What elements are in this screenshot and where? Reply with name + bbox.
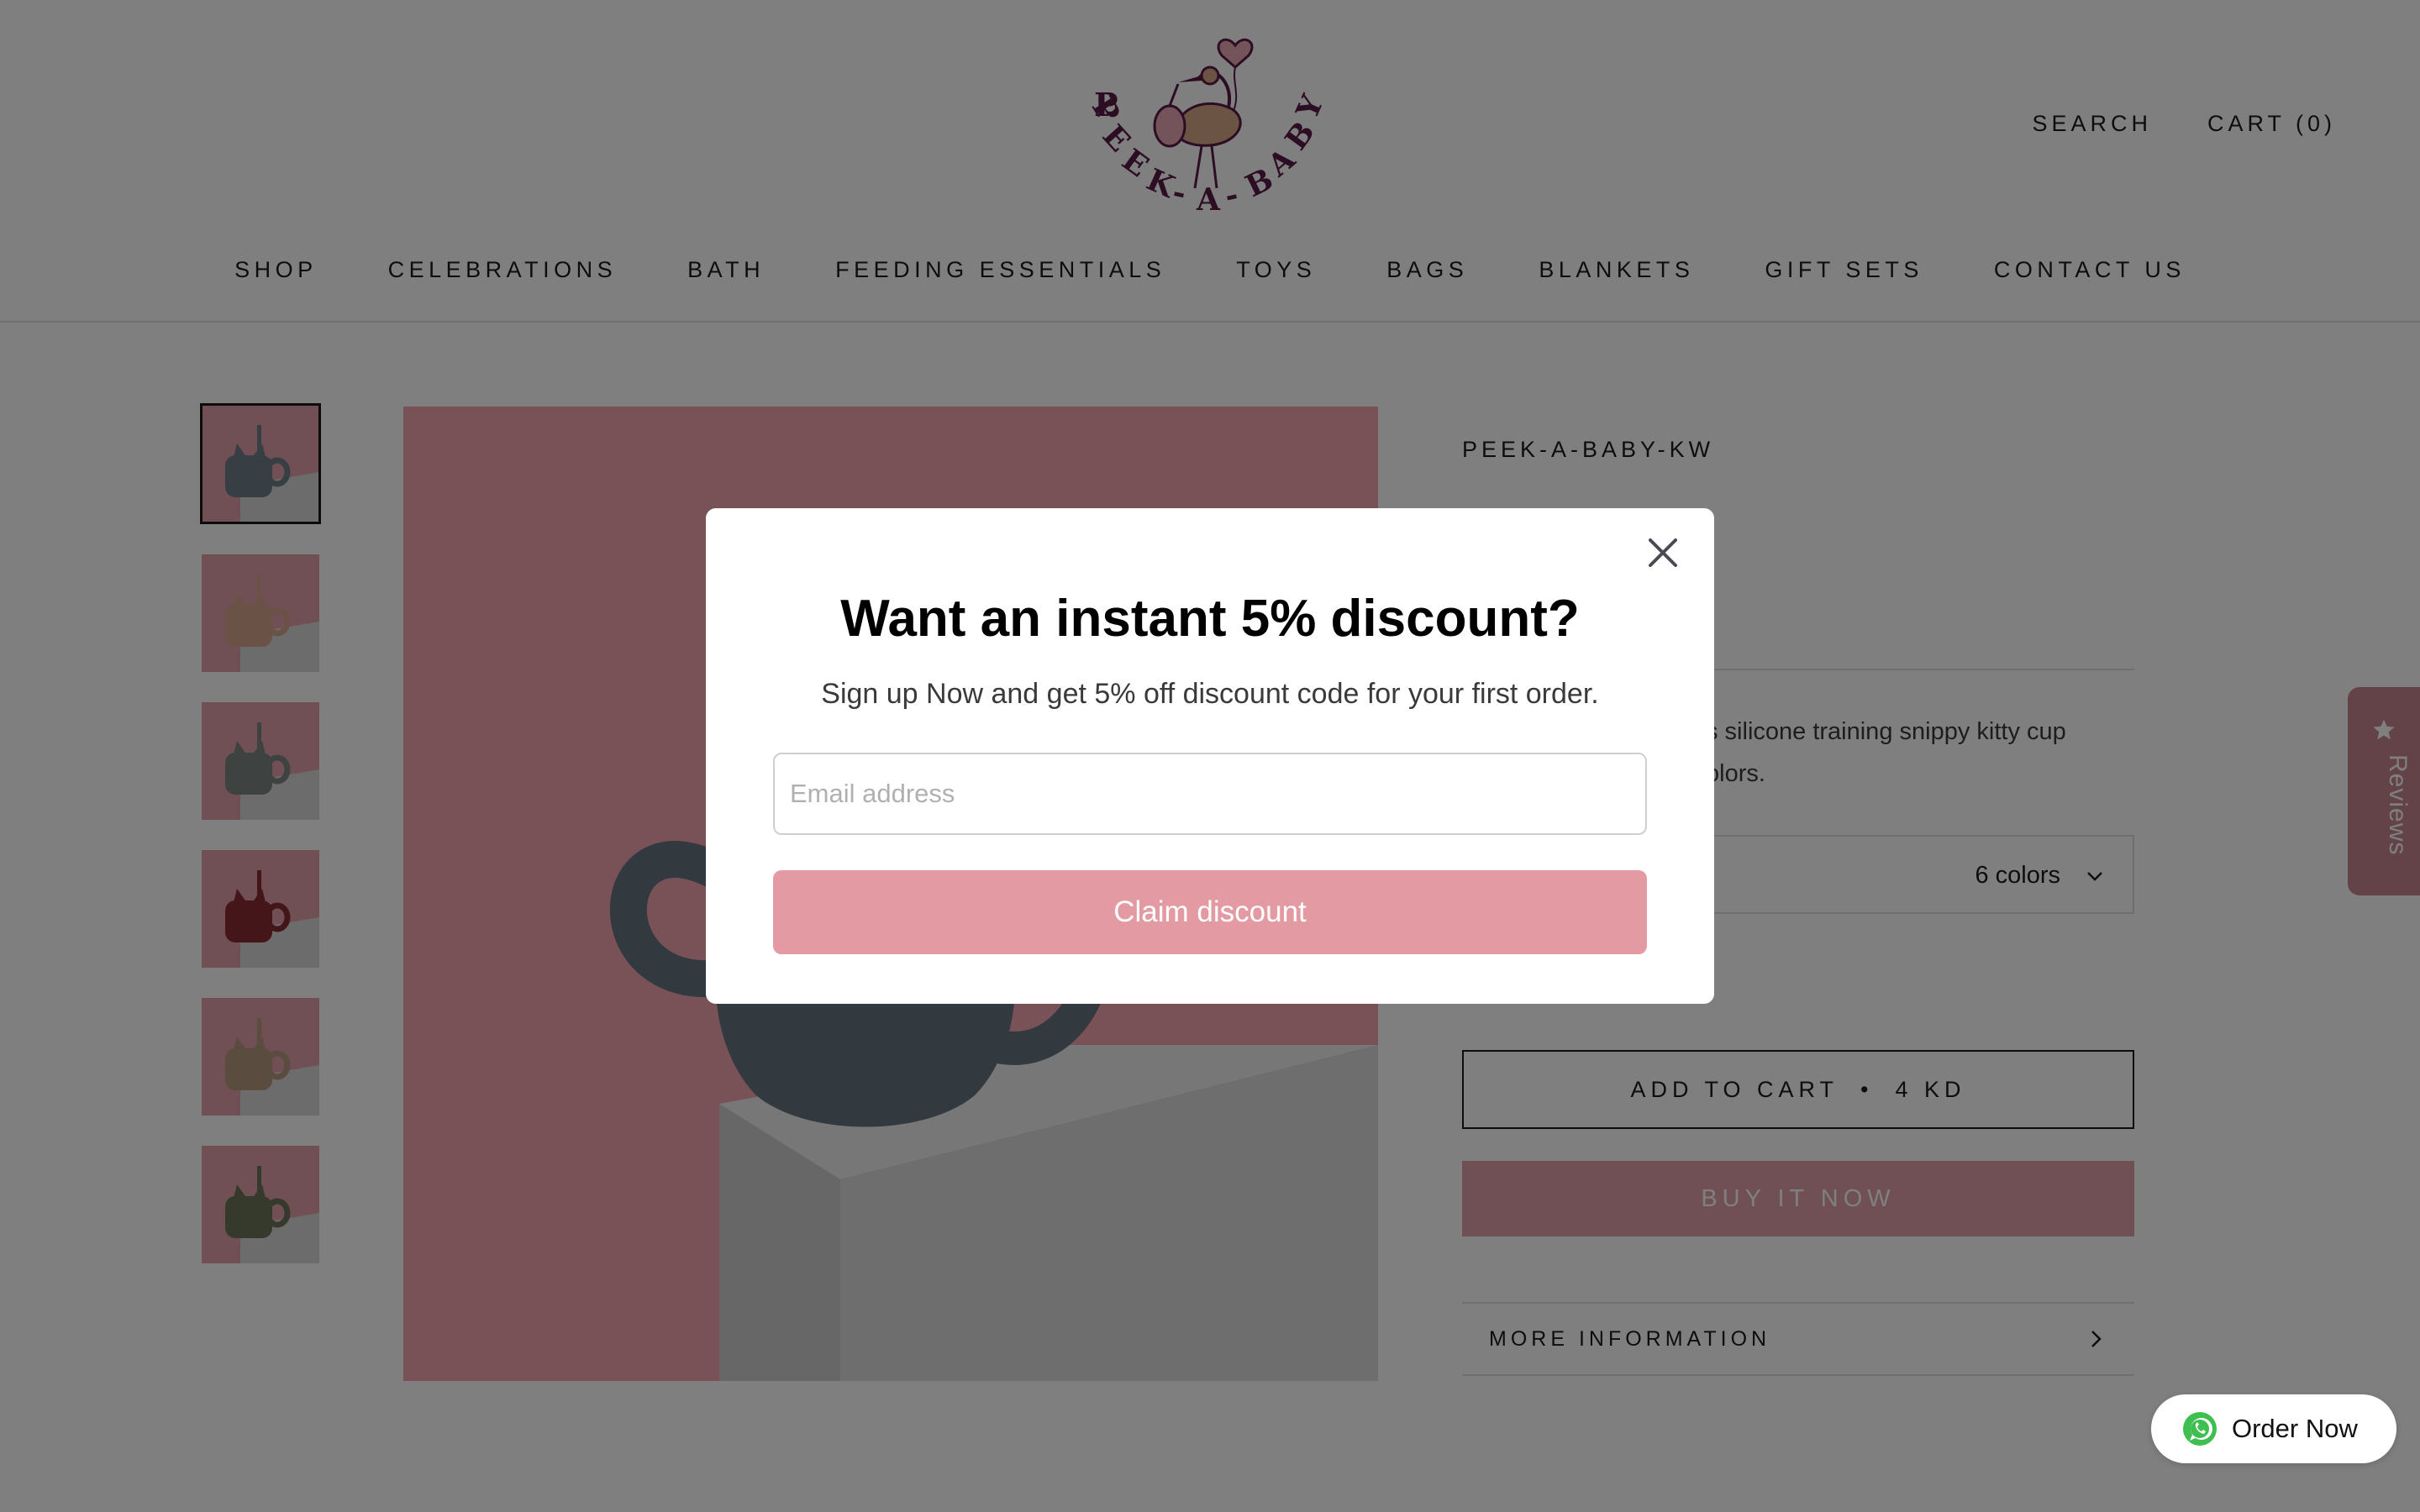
email-field[interactable] bbox=[773, 753, 1647, 835]
popup-subtitle: Sign up Now and get 5% off discount code… bbox=[821, 678, 1599, 710]
popup-title: Want an instant 5% discount? bbox=[840, 590, 1580, 648]
close-icon[interactable] bbox=[1644, 533, 1682, 572]
order-now-label: Order Now bbox=[2232, 1414, 2358, 1443]
whatsapp-order-now-button[interactable]: Order Now bbox=[2151, 1394, 2396, 1463]
claim-discount-button[interactable]: Claim discount bbox=[773, 870, 1647, 954]
whatsapp-icon bbox=[2183, 1412, 2217, 1446]
discount-popup: Want an instant 5% discount? Sign up Now… bbox=[706, 508, 1714, 1004]
